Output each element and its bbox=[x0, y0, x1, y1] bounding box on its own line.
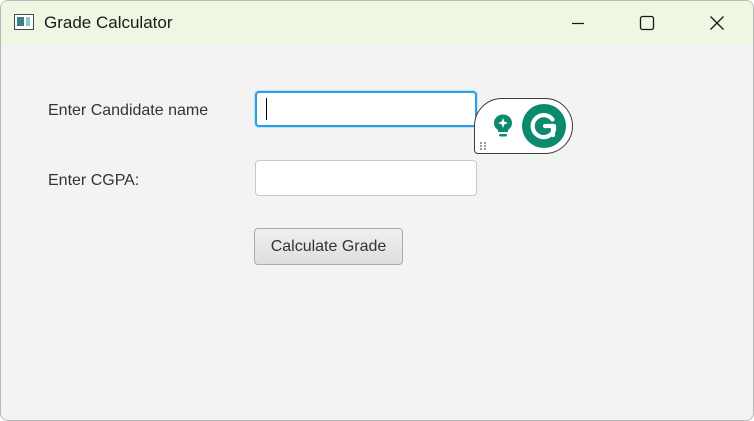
minimize-button[interactable] bbox=[555, 1, 601, 45]
candidate-name-input[interactable] bbox=[255, 91, 477, 127]
title-bar[interactable]: Grade Calculator bbox=[1, 1, 753, 45]
text-caret bbox=[266, 98, 267, 120]
lightbulb-icon[interactable] bbox=[491, 113, 515, 139]
calculate-grade-button[interactable]: Calculate Grade bbox=[254, 228, 403, 265]
candidate-name-label: Enter Candidate name bbox=[48, 102, 209, 119]
maximize-button[interactable] bbox=[624, 1, 670, 45]
cgpa-input[interactable] bbox=[255, 160, 477, 196]
grammarly-widget[interactable] bbox=[474, 98, 573, 154]
drag-handle-icon[interactable] bbox=[479, 141, 487, 151]
close-icon bbox=[710, 16, 724, 30]
grammarly-g-glyph bbox=[530, 113, 557, 140]
app-window: Grade Calculator Enter Candidate name En… bbox=[0, 0, 754, 421]
grammarly-logo-icon[interactable] bbox=[522, 104, 566, 148]
close-button[interactable] bbox=[694, 1, 740, 45]
maximize-icon bbox=[639, 15, 655, 31]
window-title: Grade Calculator bbox=[44, 13, 173, 32]
minimize-icon bbox=[572, 22, 584, 25]
app-window-icon bbox=[14, 14, 34, 30]
cgpa-label: Enter CGPA: bbox=[48, 172, 140, 189]
